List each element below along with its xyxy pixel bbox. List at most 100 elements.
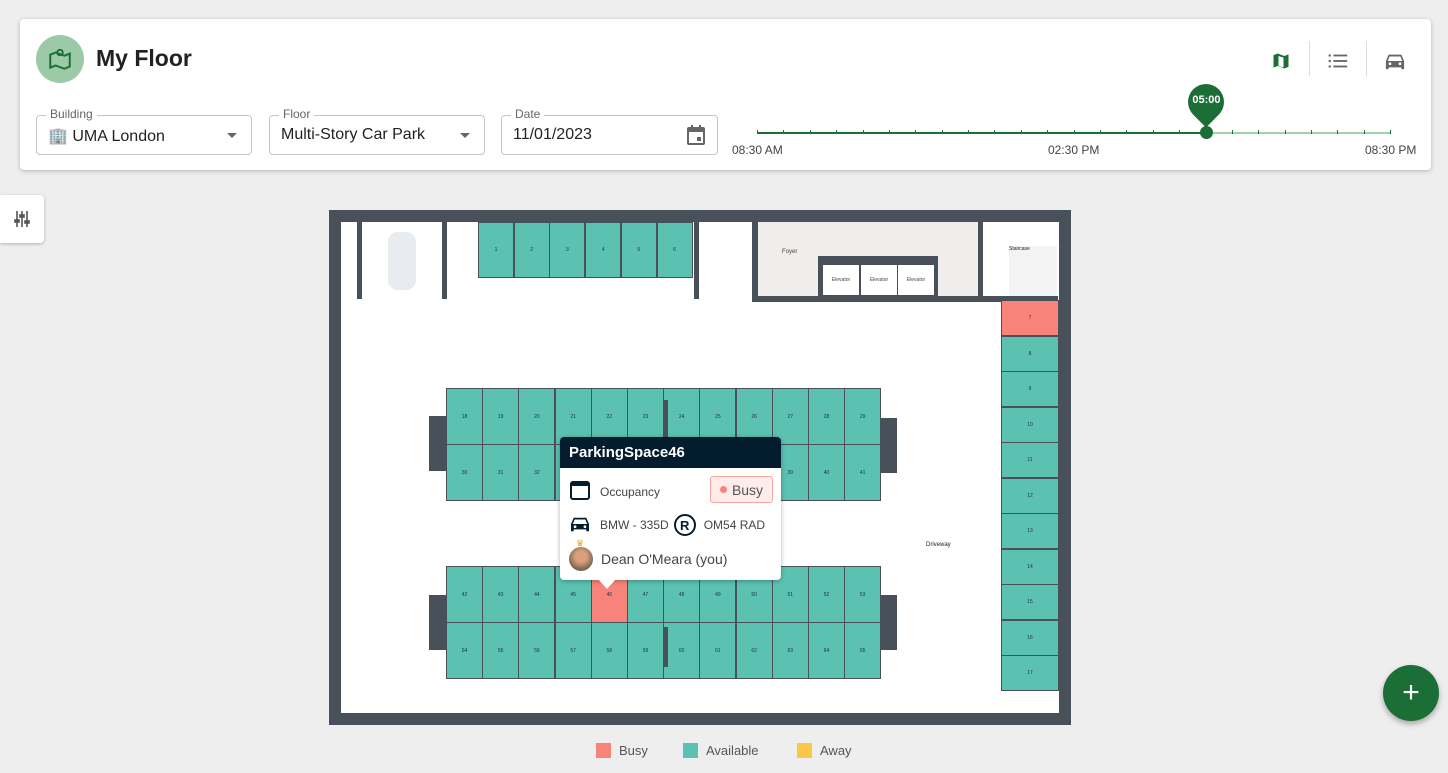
sliders-icon [14,211,30,227]
map-view-icon[interactable] [1269,49,1293,73]
time-tick [1258,130,1260,134]
parking-space-20[interactable]: 20 [518,388,556,445]
legend-swatch [683,743,698,758]
parking-space-63[interactable]: 63 [771,622,809,679]
divider [663,627,668,667]
parking-space-58[interactable]: 58 [590,622,628,679]
parking-space-32[interactable]: 32 [518,444,556,501]
date-label: Date [511,107,545,121]
status-dot [719,486,727,493]
elevator: Elevator [898,265,934,295]
parking-space-18[interactable]: 18 [446,388,483,445]
calendar-icon[interactable] [686,124,706,151]
parking-space-28[interactable]: 28 [808,388,845,445]
list-view-icon[interactable] [1326,49,1350,73]
parking-space-30[interactable]: 30 [446,444,483,501]
legend-label: Available [706,743,759,758]
parking-space-42[interactable]: 42 [446,566,483,623]
time-tick [1363,130,1365,134]
elevator: Elevator [823,265,859,295]
building-select[interactable]: Building 🏢 UMA London [36,107,252,155]
parking-space-61[interactable]: 61 [699,622,737,679]
parking-space-31[interactable]: 31 [482,444,520,501]
parking-space-56[interactable]: 56 [518,622,556,679]
building-name: UMA London [72,128,165,145]
date-field[interactable]: Date 11/01/2023 [501,107,718,155]
divider [1366,41,1367,76]
date-value: 11/01/2023 [513,126,592,143]
parking-space-17[interactable]: 17 [1001,655,1059,691]
add-button[interactable]: + [1383,665,1439,721]
time-tick [1231,130,1233,134]
parking-space-57[interactable]: 57 [554,622,592,679]
time-slider[interactable]: 05:00 [757,76,1391,139]
parking-space-53[interactable]: 53 [844,566,882,623]
legend-swatch [596,743,611,758]
legend-swatch [797,743,812,758]
parking-space-60[interactable]: 60 [663,622,701,679]
time-middle: 02:30 PM [1048,143,1100,157]
vehicle-model: BMW - 335D [600,518,669,532]
time-start: 08:30 AM [732,143,783,157]
parking-space-43[interactable]: 43 [482,566,520,623]
floor-select[interactable]: Floor Multi-Story Car Park [269,107,485,155]
parking-space-2[interactable]: 2 [513,222,550,278]
bumper [880,418,897,473]
parking-space-4[interactable]: 4 [585,222,622,278]
parking-space-6[interactable]: 6 [656,222,693,278]
parking-space-15[interactable]: 15 [1001,584,1059,620]
chevron-down-icon [460,133,470,138]
slider-handle[interactable] [1200,126,1214,139]
parking-space-3[interactable]: 3 [549,222,586,278]
parking-space-5[interactable]: 5 [620,222,657,278]
parking-space-14[interactable]: 14 [1001,548,1059,585]
time-tick [1337,130,1339,134]
parking-space-29[interactable]: 29 [844,388,882,445]
parking-space-8[interactable]: 8 [1001,335,1059,372]
parking-space-41[interactable]: 41 [844,444,882,501]
tooltip-title: ParkingSpace46 [560,437,781,468]
building-value: 🏢 UMA London [48,126,165,146]
parking-space-16[interactable]: 16 [1001,619,1059,656]
parking-space-40[interactable]: 40 [808,444,845,501]
parking-space-65[interactable]: 65 [844,622,882,679]
wall [442,222,447,299]
parking-space-64[interactable]: 64 [808,622,845,679]
parking-space-44[interactable]: 44 [518,566,556,623]
parking-space-11[interactable]: 11 [1001,442,1059,478]
parking-space-1[interactable]: 1 [478,222,514,278]
parking-space-9[interactable]: 9 [1001,371,1059,407]
filter-settings-button[interactable] [0,195,44,243]
license-plate: OM54 RAD [703,518,766,532]
car-icon [569,515,591,536]
parking-space-10[interactable]: 10 [1001,406,1059,443]
wall [978,222,983,299]
bumper [429,595,446,650]
parking-space-7[interactable]: 7 [1001,300,1059,336]
page-title: My Floor [96,45,192,71]
time-tick [1284,130,1286,134]
legend-label: Busy [619,743,648,758]
registration-icon: R [673,514,696,536]
bumper [880,595,897,650]
foyer: Foyer Elevator Elevator Elevator [758,222,978,296]
car-view-icon[interactable] [1383,49,1407,73]
tooltip-arrow [598,579,616,589]
parking-space-55[interactable]: 55 [482,622,520,679]
current-time: 05:00 [1192,94,1221,106]
parking-space-59[interactable]: 59 [627,622,664,679]
legend-away: Away [797,743,852,758]
parking-space-19[interactable]: 19 [482,388,520,445]
status-text: Busy [731,481,764,498]
time-end: 08:30 PM [1365,143,1417,157]
parking-space-13[interactable]: 13 [1001,513,1059,549]
occupancy-label: Occupancy [600,484,661,499]
parking-space-12[interactable]: 12 [1001,477,1059,514]
legend-busy: Busy [596,743,648,758]
parking-space-62[interactable]: 62 [735,622,773,679]
crown-icon: ♛ [576,538,585,548]
header-card: My Floor Building 🏢 UMA London Floor Mul… [20,19,1431,170]
parking-space-52[interactable]: 52 [808,566,845,623]
floor-label: Floor [279,107,315,121]
parking-space-54[interactable]: 54 [446,622,483,679]
